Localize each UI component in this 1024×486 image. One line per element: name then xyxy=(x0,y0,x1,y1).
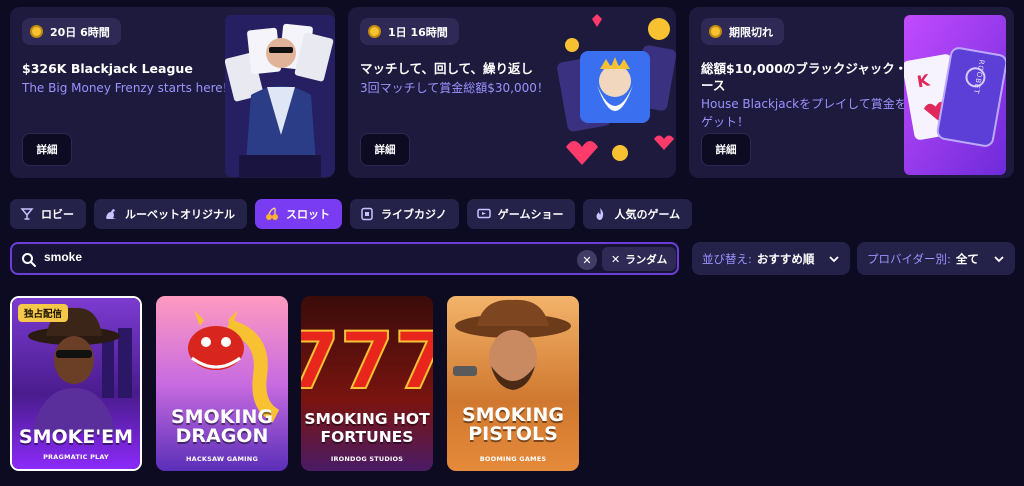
promo-subtitle: 3回マッチして賞金総額$30,000！ xyxy=(360,81,549,95)
promo-title: 総額$10,000のブラックジャック・レ ース xyxy=(701,60,920,94)
kangaroo-icon xyxy=(106,209,116,219)
svg-text:777: 777 xyxy=(301,317,433,407)
live-card-icon xyxy=(361,207,373,221)
game-tile-smoke-em[interactable]: 独占配信 SMOKE'EM PRAGMATIC PLAY xyxy=(10,296,142,471)
provider-dropdown[interactable]: プロバイダー別: 全て xyxy=(857,242,1015,275)
promo-title-line: 総額$10,000のブラックジャック・レ xyxy=(701,61,920,76)
tab-label: ゲームショー xyxy=(497,208,564,221)
game-tile-smoking-pistols[interactable]: SMOKING PISTOLS BOOMING GAMES xyxy=(447,296,579,471)
slot-tiles-illustration xyxy=(557,14,676,165)
promo-timer-text: 1日 16時間 xyxy=(388,25,448,39)
promo-timer: 期限切れ xyxy=(701,18,784,45)
game-provider: HACKSAW GAMING xyxy=(186,455,258,463)
promo-subtitle: House Blackjackをプレイして賞金を ゲット！ xyxy=(701,95,907,131)
promo-subtitle-line: House Blackjackをプレイして賞金を xyxy=(701,97,907,111)
promo-subtitle-line: ゲット！ xyxy=(701,115,750,129)
tab-game-shows[interactable]: ゲームショー xyxy=(466,199,576,229)
game-provider: BOOMING GAMES xyxy=(479,455,547,463)
game-title-line: PISTOLS xyxy=(468,423,558,445)
game-title-line: SMOKING HOT xyxy=(304,410,430,428)
cocktail-icon xyxy=(20,208,34,220)
cherry-icon xyxy=(266,207,278,220)
game-tile-smoking-dragon[interactable]: SMOKING DRAGON HACKSAW GAMING xyxy=(156,296,288,471)
coin-icon xyxy=(709,25,722,38)
game-title-line: SMOKE'EM xyxy=(18,426,134,448)
chevron-down-icon xyxy=(994,255,1004,262)
promo-timer: 20日 6時間 xyxy=(22,18,121,45)
promo-title: $326K Blackjack League xyxy=(22,61,193,76)
game-provider: IRONDOG STUDIOS xyxy=(330,455,404,463)
game-title: SMOKING DRAGON xyxy=(156,408,288,446)
tab-popular-games[interactable]: 人気のゲーム xyxy=(583,199,693,229)
tab-label: ルーベットオリジナル xyxy=(125,208,235,221)
playing-cards-illustration: K xyxy=(904,15,1006,175)
promo-card-match-spin[interactable]: 1日 16時間 マッチして、回して、繰り返し 3回マッチして賞金総額$30,00… xyxy=(348,7,676,178)
game-title: SMOKE'EM xyxy=(12,428,140,447)
provider-label: プロバイダー別: xyxy=(867,251,951,266)
blackjack-player-illustration xyxy=(225,15,335,177)
promo-card-house-blackjack[interactable]: 期限切れ 総額$10,000のブラックジャック・レ ース House Black… xyxy=(689,7,1014,178)
chevron-down-icon xyxy=(829,255,839,262)
category-tabs: ロビー ルーベットオリジナル スロット ライブカジノ ゲームショー 人気のゲーム xyxy=(10,199,693,229)
promo-timer-text: 期限切れ xyxy=(729,25,773,39)
game-title-line: DRAGON xyxy=(175,425,269,447)
shuffle-icon: ✕ xyxy=(611,252,621,266)
random-label: ランダム xyxy=(625,253,668,266)
promo-details-button[interactable]: 詳細 xyxy=(701,133,751,166)
promo-timer-text: 20日 6時間 xyxy=(50,25,110,39)
game-provider: PRAGMATIC PLAY xyxy=(43,453,109,461)
sort-label: 並び替え: xyxy=(702,251,752,266)
random-button[interactable]: ✕ ランダム xyxy=(602,247,677,271)
provider-value: 全て xyxy=(955,251,979,266)
game-title-line: FORTUNES xyxy=(320,428,414,446)
search-box: ✕ ✕ ランダム xyxy=(10,242,679,275)
promo-title-line: ース xyxy=(701,78,726,93)
search-icon xyxy=(22,253,36,267)
tab-slots[interactable]: スロット xyxy=(255,199,342,229)
game-title: SMOKING HOT FORTUNES xyxy=(301,410,433,446)
game-tile-smoking-hot-fortunes[interactable]: 777 SMOKING HOT FORTUNES IRONDOG STUDIOS xyxy=(301,296,433,471)
promo-details-button[interactable]: 詳細 xyxy=(360,133,410,166)
promo-title: マッチして、回して、繰り返し xyxy=(360,61,534,76)
tab-label: ライブカジノ xyxy=(381,208,447,221)
flame-icon xyxy=(596,208,604,220)
coin-icon xyxy=(30,25,43,38)
promo-details-button[interactable]: 詳細 xyxy=(22,133,72,166)
sort-dropdown[interactable]: 並び替え: おすすめ順 xyxy=(692,242,850,275)
promo-timer: 1日 16時間 xyxy=(360,18,459,45)
tab-live-casino[interactable]: ライブカジノ xyxy=(350,199,459,229)
tv-icon xyxy=(477,208,491,219)
tab-label: 人気のゲーム xyxy=(614,208,681,221)
game-title: SMOKING PISTOLS xyxy=(447,406,579,444)
search-input[interactable] xyxy=(44,250,544,264)
sort-value: おすすめ順 xyxy=(756,251,815,266)
tab-label: スロット xyxy=(286,208,330,221)
tab-label: ロビー xyxy=(41,208,74,221)
tab-lobby[interactable]: ロビー xyxy=(10,199,86,229)
tab-roobet-originals[interactable]: ルーベットオリジナル xyxy=(94,199,247,229)
coin-icon xyxy=(368,25,381,38)
promo-subtitle: The Big Money Frenzy starts here! xyxy=(22,81,228,95)
clear-search-button[interactable]: ✕ xyxy=(577,250,597,270)
close-icon: ✕ xyxy=(582,253,592,267)
exclusive-badge: 独占配信 xyxy=(18,304,69,322)
promo-card-blackjack-league[interactable]: 20日 6時間 $326K Blackjack League The Big M… xyxy=(10,7,335,178)
